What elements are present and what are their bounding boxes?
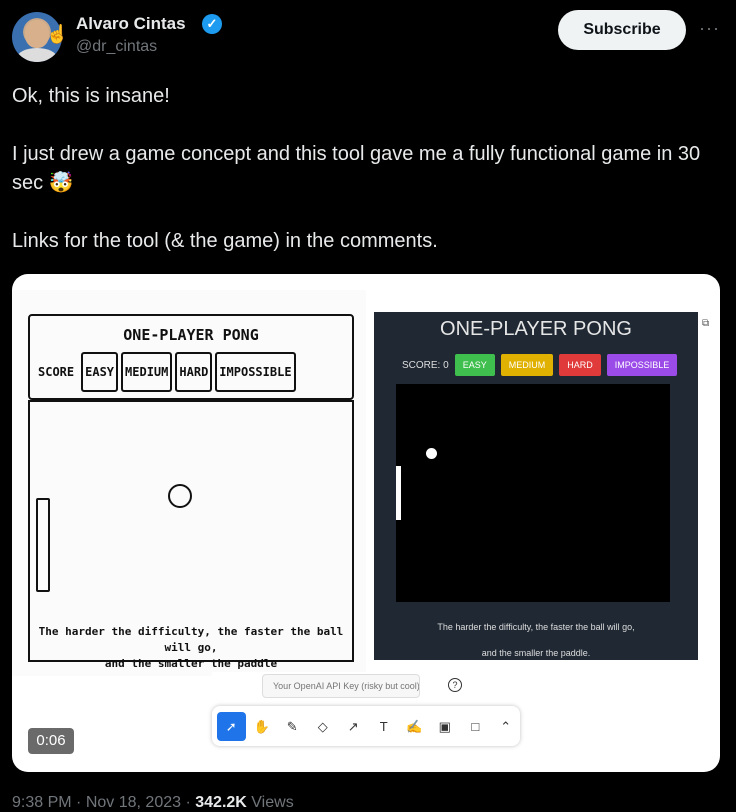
sketch-controls: SCORE EASY MEDIUM HARD IMPOSSIBLE — [34, 352, 296, 392]
game-caption: The harder the difficulty, the faster th… — [374, 614, 698, 666]
sketch-ball — [168, 484, 192, 508]
sketch-panel: ONE-PLAYER PONG SCORE EASY MEDIUM HARD I… — [12, 290, 366, 676]
game-paddle — [396, 466, 401, 520]
sketch-medium-button: MEDIUM — [121, 352, 173, 392]
note-icon[interactable]: ✍ — [400, 712, 429, 741]
video-player[interactable]: ONE-PLAYER PONG SCORE EASY MEDIUM HARD I… — [12, 274, 720, 772]
game-caption-line: and the smaller the paddle. — [481, 648, 591, 658]
sketch-caption: The harder the difficulty, the faster th… — [30, 624, 352, 672]
drawing-toolbar: ➚ ✋ ✎ ◇ ↗ T ✍ ▣ □ ⌃ — [212, 706, 520, 746]
api-key-input[interactable] — [262, 674, 420, 698]
subscribe-button[interactable]: Subscribe — [558, 10, 686, 50]
sketch-header-box: ONE-PLAYER PONG SCORE EASY MEDIUM HARD I… — [28, 314, 354, 400]
select-icon[interactable]: ➚ — [217, 711, 246, 741]
author-name[interactable]: Alvaro Cintas — [76, 14, 186, 34]
game-easy-button[interactable]: EASY — [454, 354, 495, 376]
sketch-hard-button: HARD — [175, 352, 213, 392]
eraser-icon[interactable]: ◇ — [309, 712, 338, 741]
sketch-impossible-button: IMPOSSIBLE — [215, 352, 296, 392]
arrow-icon[interactable]: ↗ — [339, 712, 368, 741]
views-label: Views — [251, 794, 294, 811]
game-canvas[interactable] — [396, 384, 670, 602]
separator: · — [76, 794, 86, 811]
pencil-icon[interactable]: ✎ — [278, 712, 307, 741]
hand-icon[interactable]: ✋ — [248, 712, 277, 741]
game-title: ONE-PLAYER PONG — [440, 318, 632, 340]
post-time[interactable]: 9:38 PM — [12, 794, 72, 811]
more-options-icon[interactable]: ··· — [699, 18, 720, 39]
game-score: SCORE: 0 — [402, 359, 449, 371]
chevron-up-icon[interactable]: ⌃ — [492, 712, 521, 741]
rectangle-icon[interactable]: □ — [461, 712, 490, 741]
game-controls: SCORE: 0 EASY MEDIUM HARD IMPOSSIBLE — [402, 354, 678, 376]
sketch-score-label: SCORE — [38, 365, 75, 379]
sketch-caption-line: and the smaller the paddle — [104, 657, 278, 670]
game-medium-button[interactable]: MEDIUM — [500, 354, 554, 376]
text-icon[interactable]: T — [370, 712, 399, 741]
sketch-paddle — [36, 498, 50, 592]
tweet-line: Ok, this is insane! — [12, 85, 170, 107]
tweet-meta: 9:38 PM · Nov 18, 2023 · 342.2K Views — [12, 794, 294, 812]
game-ball — [426, 448, 437, 459]
game-panel: ONE-PLAYER PONG SCORE: 0 EASY MEDIUM HAR… — [374, 312, 698, 660]
sketch-title: ONE-PLAYER PONG — [123, 326, 259, 344]
image-icon[interactable]: ▣ — [431, 712, 460, 741]
avatar-shirt — [17, 48, 57, 62]
help-icon[interactable]: ? — [448, 678, 462, 692]
tweet-header: ☝ Alvaro Cintas ✓ @dr_cintas Subscribe ·… — [12, 10, 724, 62]
verified-badge-icon: ✓ — [202, 14, 222, 34]
views-count: 342.2K — [195, 794, 247, 811]
hand-cursor-icon: ☝ — [46, 24, 69, 44]
sketch-play-field: The harder the difficulty, the faster th… — [28, 400, 354, 670]
game-hard-button[interactable]: HARD — [559, 354, 601, 376]
separator: · — [185, 794, 196, 811]
video-timestamp: 0:06 — [28, 728, 74, 754]
tweet-text: Ok, this is insane! I just drew a game c… — [12, 82, 724, 256]
game-caption-line: The harder the difficulty, the faster th… — [437, 622, 635, 632]
copy-icon: ⧉ — [702, 318, 710, 329]
sketch-easy-button: EASY — [81, 352, 119, 392]
author-handle[interactable]: @dr_cintas — [76, 38, 157, 56]
tweet-line: Links for the tool (& the game) in the c… — [12, 230, 438, 252]
sketch-caption-line: The harder the difficulty, the faster th… — [38, 625, 344, 654]
tweet-line: I just drew a game concept and this tool… — [12, 143, 701, 194]
post-date[interactable]: Nov 18, 2023 — [86, 794, 181, 811]
game-impossible-button[interactable]: IMPOSSIBLE — [606, 354, 678, 376]
